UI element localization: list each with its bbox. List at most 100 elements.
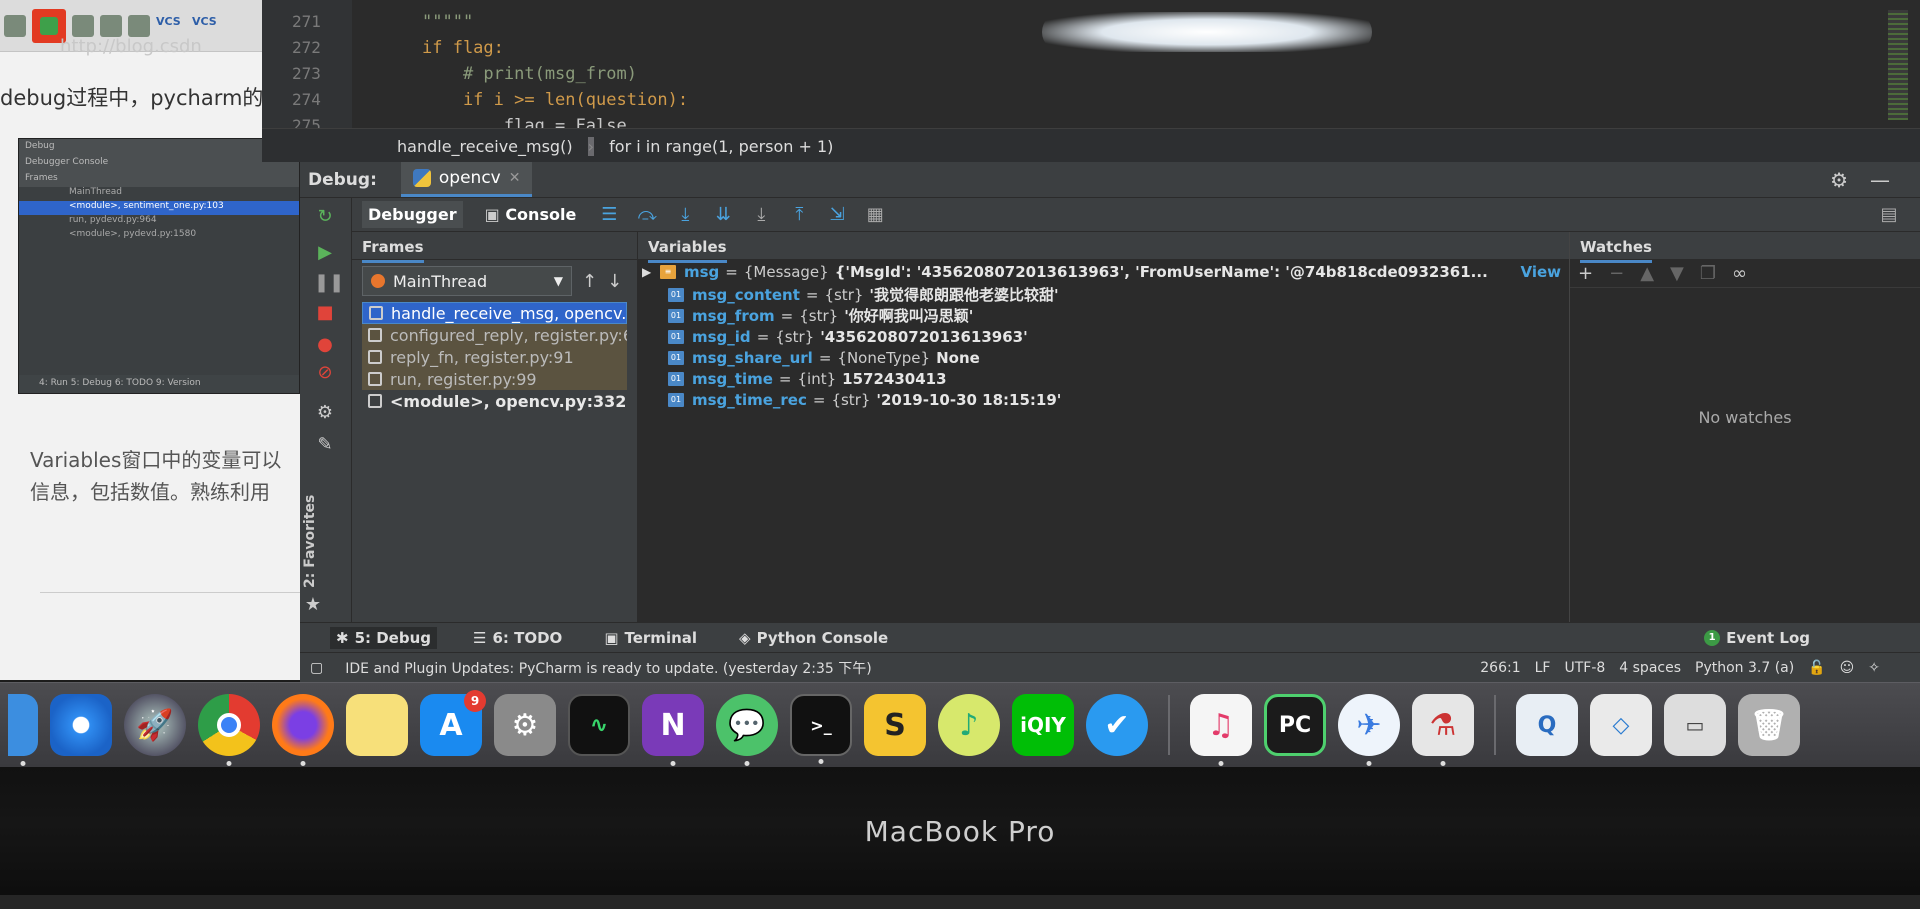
app-store-icon[interactable]: A9 [420, 690, 486, 756]
code-editor[interactable]: 271 272 273 274 275 """"" if flag: # pri… [262, 0, 1920, 162]
tab-event-log[interactable]: 1 Event Log [1704, 629, 1810, 647]
resume-icon[interactable]: ▶ [314, 242, 336, 264]
itunes-icon[interactable]: ♫ [1190, 694, 1252, 766]
notes-icon[interactable] [346, 694, 408, 756]
chrome-document-icon[interactable]: ▭ [1664, 694, 1726, 756]
wechat-icon[interactable]: 💬 [716, 694, 778, 766]
view-breakpoints-icon[interactable]: ● [314, 334, 336, 356]
chrome-icon[interactable] [198, 694, 260, 766]
step-out-icon[interactable]: ⤒ [788, 204, 810, 225]
close-icon[interactable]: ✕ [509, 170, 521, 186]
code-line[interactable]: # print(msg_from) [422, 64, 637, 84]
evaluate-expression-icon[interactable]: ▦ [864, 204, 886, 225]
move-down-icon[interactable]: ▼ [1670, 263, 1684, 284]
iqiyi-icon[interactable]: iQIY [1012, 694, 1074, 756]
arrow-down-icon[interactable]: ↓ [607, 271, 622, 292]
variables-header: Variables [638, 232, 1569, 263]
rerun-icon[interactable]: ↻ [314, 206, 336, 228]
step-into-my-code-icon[interactable]: ⇊ [712, 204, 734, 225]
finder-icon[interactable] [8, 694, 38, 766]
star-icon[interactable]: ★ [302, 594, 324, 616]
run-to-cursor-icon[interactable]: ⇲ [826, 204, 848, 225]
variable-row[interactable]: 01 msg_content = {str} '我觉得郎朗跟他老婆比较甜' [638, 284, 1569, 305]
mute-breakpoints-icon[interactable]: ⊘ [314, 362, 336, 384]
sublime-text-icon[interactable]: S [864, 694, 926, 756]
status-message[interactable]: IDE and Plugin Updates: PyCharm is ready… [345, 658, 871, 678]
variable-row[interactable]: 01 msg_id = {str} '4356208072013613963' [638, 326, 1569, 347]
watches-toolbar: + − ▲ ▼ ❐ ∞ [1570, 260, 1920, 288]
system-preferences-icon[interactable]: ⚙ [494, 694, 556, 756]
tab-debugger[interactable]: Debugger [362, 201, 463, 228]
expand-arrow-icon[interactable]: ▶ [642, 265, 660, 279]
code-line[interactable]: """"" [422, 12, 473, 32]
add-icon[interactable]: + [1578, 263, 1593, 284]
step-over-icon[interactable]: ⤼ [636, 204, 658, 225]
variable-row[interactable]: 01 msg_share_url = {NoneType} None [638, 347, 1569, 368]
layout-icon[interactable]: ▤ [1878, 204, 1900, 225]
variable-row[interactable]: 01 msg_from = {str} '你好啊我叫冯思颖' [638, 305, 1569, 326]
move-up-icon[interactable]: ▲ [1640, 263, 1654, 284]
lock-icon[interactable]: 🔓 [1808, 660, 1825, 676]
caret-position[interactable]: 266:1 [1480, 660, 1520, 676]
frame-item[interactable]: reply_fn, register.py:91 [362, 346, 627, 368]
line-separator[interactable]: LF [1535, 660, 1551, 676]
firefox-icon[interactable] [272, 694, 334, 766]
gear-icon[interactable]: ⚙ [1830, 168, 1848, 192]
tab-terminal[interactable]: ▣ Terminal [598, 627, 703, 649]
badge: 9 [464, 690, 486, 712]
trash-icon[interactable]: 🗑 [1738, 694, 1800, 756]
glasses-icon[interactable]: ∞ [1732, 263, 1747, 284]
quicktime-document-icon[interactable]: Q [1516, 694, 1578, 756]
update-icon[interactable]: ✧ [1868, 660, 1880, 676]
frame-item[interactable]: handle_receive_msg, opencv.py: [362, 302, 627, 324]
settings-icon[interactable]: ⚙ [314, 402, 336, 424]
macos-dock: 🚀 A9 ⚙ ∿ N 💬 >_ S ♪ iQIY ✔ ♫ PC ✈ ⚗ Q ◇ … [0, 682, 1920, 767]
tab-python-console[interactable]: ◈ Python Console [733, 627, 894, 649]
frame-item[interactable]: configured_reply, register.py:6 [362, 324, 627, 346]
tab-debug[interactable]: ✱ 5: Debug [330, 626, 438, 649]
toggle-panels-icon[interactable]: ▢ [310, 660, 323, 676]
pause-icon[interactable]: ❚❚ [314, 272, 344, 294]
frame-item[interactable]: <module>, opencv.py:332 [362, 390, 627, 412]
music-app-icon[interactable]: ♪ [938, 694, 1000, 756]
interpreter-setting[interactable]: Python 3.7 (a) [1695, 660, 1794, 676]
stop-icon[interactable]: ■ [314, 302, 336, 324]
activity-monitor-icon[interactable]: ∿ [568, 694, 630, 756]
code-line[interactable]: if flag: [422, 38, 504, 58]
tab-todo[interactable]: ☰ 6: TODO [467, 627, 568, 649]
thread-select[interactable]: MainThread ▼ [362, 266, 572, 296]
force-step-into-icon[interactable]: ⤓ [750, 204, 772, 225]
terminal-icon[interactable]: >_ [790, 694, 852, 764]
launchpad-icon[interactable]: 🚀 [124, 694, 186, 756]
error-stripe[interactable] [1888, 10, 1908, 120]
indent-setting[interactable]: 4 spaces [1619, 660, 1681, 676]
breadcrumb-function[interactable]: handle_receive_msg() [397, 137, 573, 156]
tab-console[interactable]: ▣ Console [479, 201, 583, 228]
favorites-tab[interactable]: 2: Favorites [302, 438, 320, 588]
variable-row[interactable]: ▶ ≡ msg = {Message} {'MsgId': '435620807… [638, 260, 1569, 284]
python-launcher-icon[interactable]: ⚗ [1412, 694, 1474, 766]
code-line[interactable]: if i >= len(question): [422, 90, 688, 110]
shield-icon[interactable]: ✔ [1086, 694, 1148, 756]
show-execution-point-icon[interactable]: ☰ [598, 204, 620, 225]
variable-row[interactable]: 01 msg_time = {int} 1572430413 [638, 368, 1569, 389]
safari-icon[interactable] [50, 694, 112, 756]
feishu-icon[interactable]: ✈ [1338, 694, 1400, 766]
breadcrumb-loop[interactable]: for i in range(1, person + 1) [609, 137, 833, 156]
onenote-icon[interactable]: N [642, 694, 704, 766]
file-encoding[interactable]: UTF-8 [1564, 660, 1605, 676]
copy-icon[interactable]: ❐ [1700, 263, 1716, 284]
line-number: 272 [292, 38, 321, 57]
vscode-document-icon[interactable]: ◇ [1590, 694, 1652, 756]
pycharm-icon[interactable]: PC [1264, 694, 1326, 756]
remove-icon[interactable]: − [1609, 263, 1624, 284]
view-link[interactable]: View [1520, 263, 1569, 281]
tab-opencv[interactable]: opencv ✕ [400, 162, 533, 197]
thumb-frames: Frames [19, 171, 299, 187]
inspector-icon[interactable]: ☺ [1840, 660, 1855, 676]
step-into-icon[interactable]: ⤓ [674, 204, 696, 225]
arrow-up-icon[interactable]: ↑ [582, 271, 597, 292]
minimize-icon[interactable]: — [1870, 168, 1890, 192]
variable-row[interactable]: 01 msg_time_rec = {str} '2019-10-30 18:1… [638, 389, 1569, 410]
frame-item[interactable]: run, register.py:99 [362, 368, 627, 390]
